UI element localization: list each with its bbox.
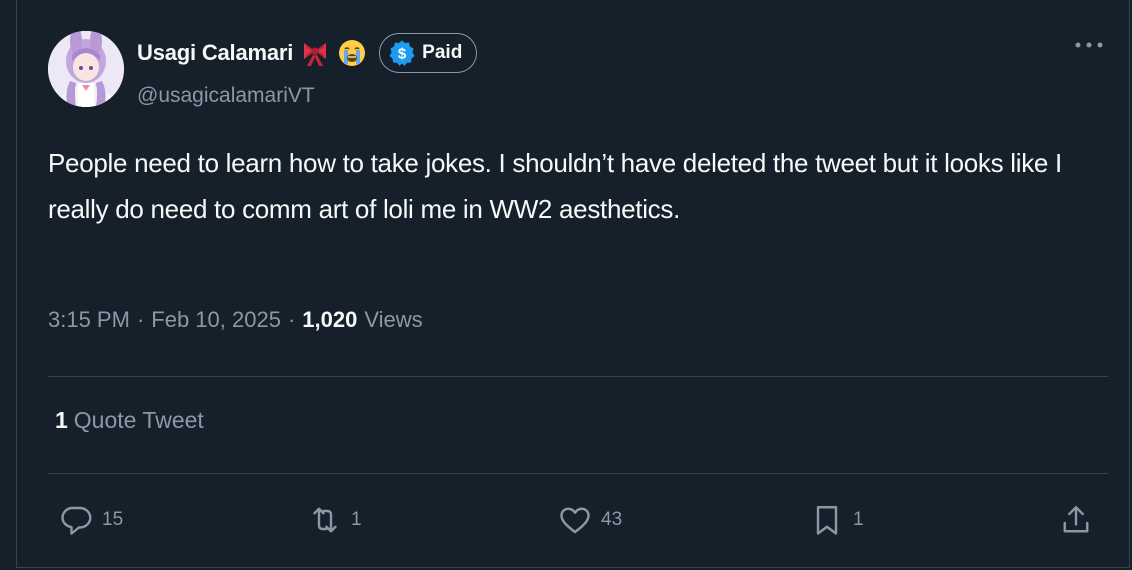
bookmark-button[interactable]: 1	[809, 498, 864, 542]
author-display-name[interactable]: Usagi Calamari	[137, 40, 293, 66]
divider	[48, 473, 1108, 474]
avatar[interactable]	[48, 31, 124, 107]
like-button[interactable]: 43	[557, 498, 622, 542]
bookmark-count: 1	[853, 509, 864, 530]
author-name-row: Usagi Calamari $ Paid	[137, 31, 478, 75]
like-count: 43	[601, 509, 623, 530]
retweet-button[interactable]: 1	[307, 498, 362, 542]
paid-badge[interactable]: $ Paid	[379, 33, 478, 73]
heart-icon	[560, 507, 590, 534]
meta-separator: ·	[287, 307, 296, 332]
svg-text:$: $	[398, 46, 407, 63]
tweet-date[interactable]: Feb 10, 2025	[151, 307, 281, 333]
reply-icon	[61, 506, 92, 535]
share-icon	[1063, 506, 1089, 533]
share-button[interactable]	[1058, 498, 1094, 542]
tweet-text: People need to learn how to take jokes. …	[48, 148, 1062, 224]
quote-tweets-link[interactable]: 1 Quote Tweet	[55, 407, 204, 434]
more-icon[interactable]	[1069, 30, 1109, 60]
meta-separator: ·	[136, 307, 145, 332]
tweet-time[interactable]: 3:15 PM	[48, 307, 130, 333]
paid-badge-label: Paid	[422, 42, 463, 63]
bookmark-icon	[816, 506, 838, 535]
dollar-icon: $	[389, 40, 415, 66]
loudly-crying-emoji	[337, 38, 367, 68]
author-handle[interactable]: @usagicalamariVT	[137, 84, 315, 108]
reply-count: 15	[102, 509, 124, 530]
views-count: 1,020	[302, 307, 358, 332]
quote-label: Quote Tweet	[73, 407, 204, 433]
divider	[48, 376, 1108, 377]
reply-button[interactable]: 15	[58, 498, 123, 542]
ribbon-emoji	[301, 39, 329, 67]
quote-count: 1	[55, 407, 68, 433]
retweet-count: 1	[351, 509, 362, 530]
tweet-meta: 3:15 PM · Feb 10, 2025 · 1,020 Views	[48, 307, 423, 333]
retweet-icon	[313, 507, 337, 533]
tweet-card: Usagi Calamari $ Paid @usagicalamariVT P…	[16, 0, 1130, 568]
views-label: Views	[364, 307, 423, 332]
